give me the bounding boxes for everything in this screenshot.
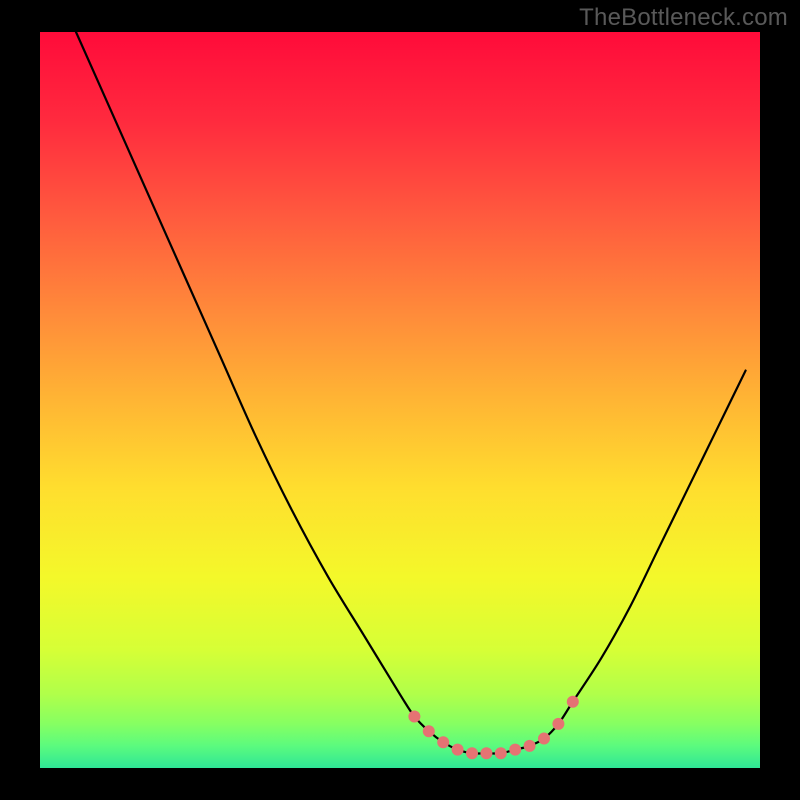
curve-marker — [538, 733, 550, 745]
curve-marker — [408, 710, 420, 722]
watermark-text: TheBottleneck.com — [579, 4, 788, 32]
curve-marker — [423, 725, 435, 737]
curve-marker — [480, 747, 492, 759]
curve-marker — [552, 718, 564, 730]
curve-marker — [466, 747, 478, 759]
curve-marker — [437, 736, 449, 748]
curve-marker — [509, 744, 521, 756]
bottleneck-curve — [76, 32, 746, 754]
curve-marker — [524, 740, 536, 752]
marker-group — [408, 696, 578, 760]
curve-marker — [495, 747, 507, 759]
chart-svg — [40, 32, 760, 768]
curve-marker — [452, 744, 464, 756]
curve-marker — [567, 696, 579, 708]
chart-frame: TheBottleneck.com — [0, 0, 800, 800]
plot-area — [40, 32, 760, 768]
